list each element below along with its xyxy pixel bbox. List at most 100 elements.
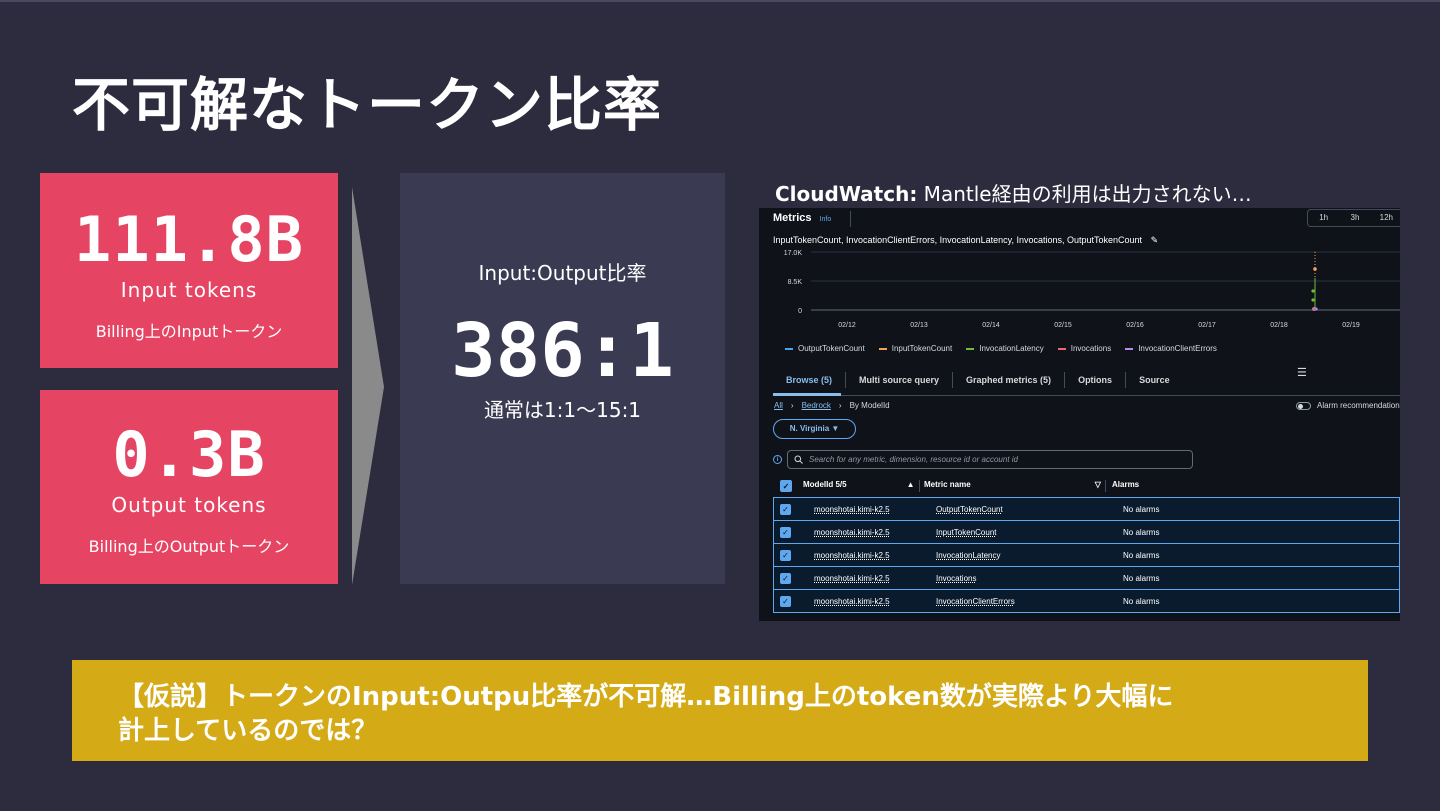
legend-swatch: [1057, 347, 1066, 350]
column-modelid[interactable]: ModelId 5/5 ▲: [803, 480, 914, 489]
legend-label: OutputTokenCount: [798, 344, 865, 353]
cloudwatch-heading-bold: CloudWatch:: [775, 182, 918, 206]
breadcrumb-current: By ModelId: [849, 401, 890, 410]
x-tick: 02/18: [1270, 322, 1288, 329]
row-model-id[interactable]: moonshotai.kimi-k2.5: [814, 528, 890, 537]
ratio-box: Input:Output比率 386:1 通常は1:1〜15:1: [400, 173, 725, 584]
slide-title: 不可解なトークン比率: [72, 71, 663, 139]
column-metric-label: Metric name: [924, 480, 971, 489]
metrics-chart: 17.0K 8.5K 0 02/12 02/13 02/14 02/15 02/…: [784, 250, 1400, 329]
cloudwatch-metrics-panel: Metrics Info 1h 3h 12h InputTokenCount, I…: [759, 208, 1400, 621]
legend-swatch: [785, 347, 793, 350]
legend-item[interactable]: InputTokenCount: [878, 344, 952, 353]
legend-item[interactable]: Invocations: [1057, 344, 1111, 353]
search-placeholder: Search for any metric, dimension, resour…: [809, 455, 1018, 464]
table-row[interactable]: ✓ moonshotai.kimi-k2.5 InvocationClientE…: [773, 589, 1400, 613]
x-tick: 02/19: [1342, 322, 1360, 329]
row-alarms: No alarms: [1123, 528, 1160, 537]
row-checkbox[interactable]: ✓: [780, 550, 791, 561]
x-tick: 02/14: [982, 322, 1000, 329]
table-row[interactable]: ✓ moonshotai.kimi-k2.5 Invocations No al…: [773, 566, 1400, 590]
tab-browse[interactable]: Browse (5): [773, 372, 845, 388]
output-tokens-card: 0.3B Output tokens Billing上のOutputトークン: [40, 390, 338, 584]
breadcrumb-all[interactable]: All: [774, 401, 783, 410]
legend-label: InvocationClientErrors: [1138, 344, 1217, 353]
sort-up-icon: ▲: [906, 480, 915, 489]
output-tokens-sub: Billing上のOutputトークン: [88, 537, 290, 556]
tab-options[interactable]: Options: [1064, 372, 1125, 388]
x-tick: 02/12: [838, 322, 856, 329]
row-metric-name[interactable]: OutputTokenCount: [936, 505, 1003, 514]
alarm-recommendations: Alarm recommendations: [1296, 401, 1400, 410]
legend-swatch: [966, 347, 975, 350]
x-tick: 02/15: [1054, 322, 1072, 329]
row-model-id[interactable]: moonshotai.kimi-k2.5: [814, 574, 890, 583]
region-selector[interactable]: N. Virginia ▼: [773, 419, 856, 439]
table-header: ✓ ModelId 5/5 ▲ Metric name ▽ Alarms: [773, 478, 1400, 494]
row-metric-name[interactable]: InvocationLatency: [936, 551, 1001, 560]
input-tokens-label: Input tokens: [120, 278, 258, 302]
legend-item[interactable]: OutputTokenCount: [785, 344, 865, 353]
legend-item[interactable]: InvocationLatency: [966, 344, 1044, 353]
breadcrumb-bedrock[interactable]: Bedrock: [802, 401, 831, 410]
select-all-checkbox[interactable]: ✓: [780, 480, 792, 492]
row-alarms: No alarms: [1123, 597, 1160, 606]
tab-multi-source-query[interactable]: Multi source query: [845, 372, 952, 388]
row-checkbox[interactable]: ✓: [780, 504, 791, 515]
hypothesis-line-2: 計上しているのでは？: [118, 716, 378, 746]
metrics-search-input[interactable]: Search for any metric, dimension, resour…: [787, 450, 1193, 469]
top-divider: [0, 0, 1440, 2]
x-tick: 02/16: [1126, 322, 1144, 329]
column-modelid-label: ModelId 5/5: [803, 480, 847, 489]
legend-swatch: [878, 347, 887, 350]
menu-icon[interactable]: ☰: [1297, 366, 1307, 379]
alarm-recommendations-label: Alarm recommendations: [1317, 401, 1400, 410]
row-alarms: No alarms: [1123, 551, 1160, 560]
row-checkbox[interactable]: ✓: [780, 573, 791, 584]
table-row[interactable]: ✓ moonshotai.kimi-k2.5 InvocationLatency…: [773, 543, 1400, 567]
legend-swatch: [1125, 347, 1134, 350]
legend-label: InvocationLatency: [979, 344, 1044, 353]
row-alarms: No alarms: [1123, 574, 1160, 583]
y-tick-mid: 8.5K: [788, 279, 803, 286]
latency-point: [1311, 289, 1315, 293]
row-checkbox[interactable]: ✓: [780, 596, 791, 607]
hypothesis-line-1: 【仮説】トークンのInput:Outpu比率が不可解…Billing上のtoke…: [118, 682, 1174, 712]
info-icon[interactable]: i: [773, 455, 782, 464]
input-tokens-value: 111.8B: [74, 203, 304, 276]
cloudwatch-heading: CloudWatch: Mantle経由の利用は出力されない…: [775, 178, 1252, 207]
tab-graphed-metrics[interactable]: Graphed metrics (5): [952, 372, 1064, 388]
chevron-right-icon: ›: [838, 401, 842, 410]
row-metric-name[interactable]: InvocationClientErrors: [936, 597, 1015, 606]
table-row[interactable]: ✓ moonshotai.kimi-k2.5 InputTokenCount N…: [773, 520, 1400, 544]
x-tick: 02/13: [910, 322, 928, 329]
filter-icon: ▽: [1094, 480, 1101, 489]
column-alarms[interactable]: Alarms: [1112, 480, 1139, 489]
input-tokens-sub: Billing上のInputトークン: [95, 322, 283, 341]
column-divider: [919, 480, 920, 492]
ratio-value: 386:1: [451, 308, 674, 394]
column-alarms-label: Alarms: [1112, 480, 1140, 489]
row-metric-name[interactable]: InputTokenCount: [936, 528, 997, 537]
row-alarms: No alarms: [1123, 505, 1160, 514]
metrics-table-rows: ✓ moonshotai.kimi-k2.5 OutputTokenCount …: [773, 497, 1400, 613]
latency-point: [1311, 298, 1315, 302]
cloudwatch-heading-rest: Mantle経由の利用は出力されない…: [917, 182, 1252, 206]
row-checkbox[interactable]: ✓: [780, 527, 791, 538]
output-tokens-label: Output tokens: [111, 493, 267, 517]
column-metric-name[interactable]: Metric name ▽: [924, 480, 1101, 489]
row-model-id[interactable]: moonshotai.kimi-k2.5: [814, 597, 890, 606]
row-metric-name[interactable]: Invocations: [936, 574, 976, 583]
legend-item[interactable]: InvocationClientErrors: [1125, 344, 1217, 353]
table-row[interactable]: ✓ moonshotai.kimi-k2.5 OutputTokenCount …: [773, 497, 1400, 521]
output-tokens-value: 0.3B: [112, 418, 266, 491]
y-tick-max: 17.0K: [784, 250, 803, 257]
hypothesis-banner: 【仮説】トークンのInput:Outpu比率が不可解…Billing上のtoke…: [72, 660, 1368, 761]
row-model-id[interactable]: moonshotai.kimi-k2.5: [814, 505, 890, 514]
tab-source[interactable]: Source: [1125, 372, 1183, 388]
ratio-label: Input:Output比率: [478, 261, 647, 285]
alarm-recommendations-toggle[interactable]: [1296, 401, 1311, 410]
chart-legend: OutputTokenCount InputTokenCount Invocat…: [785, 344, 1217, 353]
chevron-right-icon: ›: [790, 401, 794, 410]
row-model-id[interactable]: moonshotai.kimi-k2.5: [814, 551, 890, 560]
